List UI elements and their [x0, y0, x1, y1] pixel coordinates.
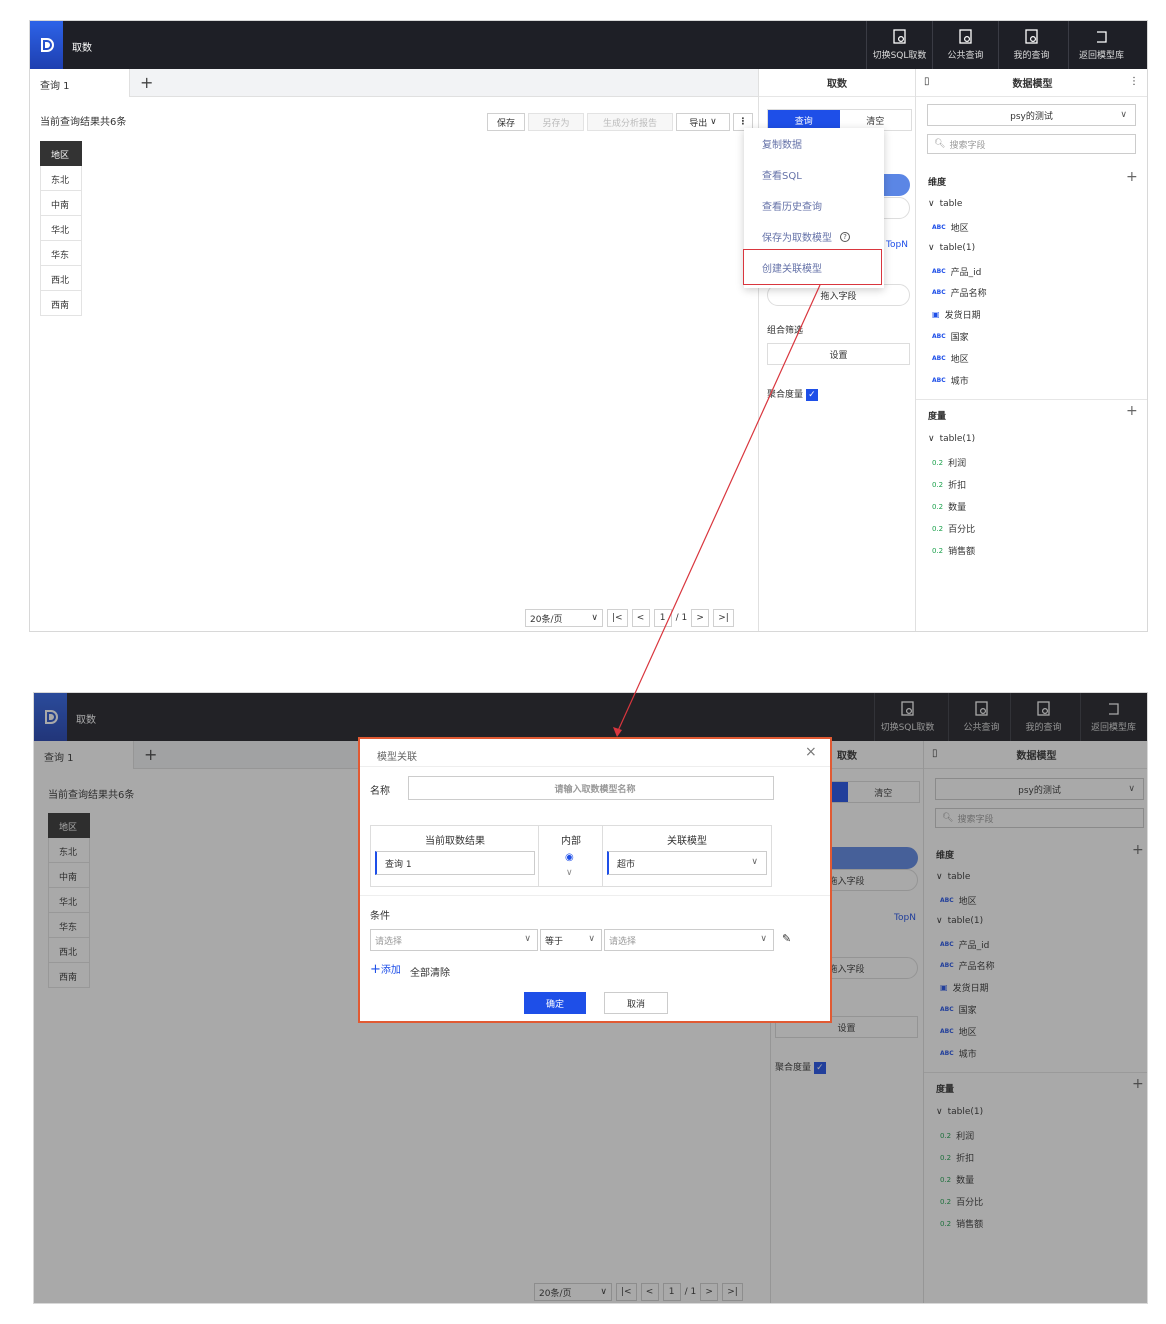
arrow-head: [613, 727, 622, 737]
arrow-line: [616, 284, 821, 734]
connector-arrow: [613, 284, 821, 737]
